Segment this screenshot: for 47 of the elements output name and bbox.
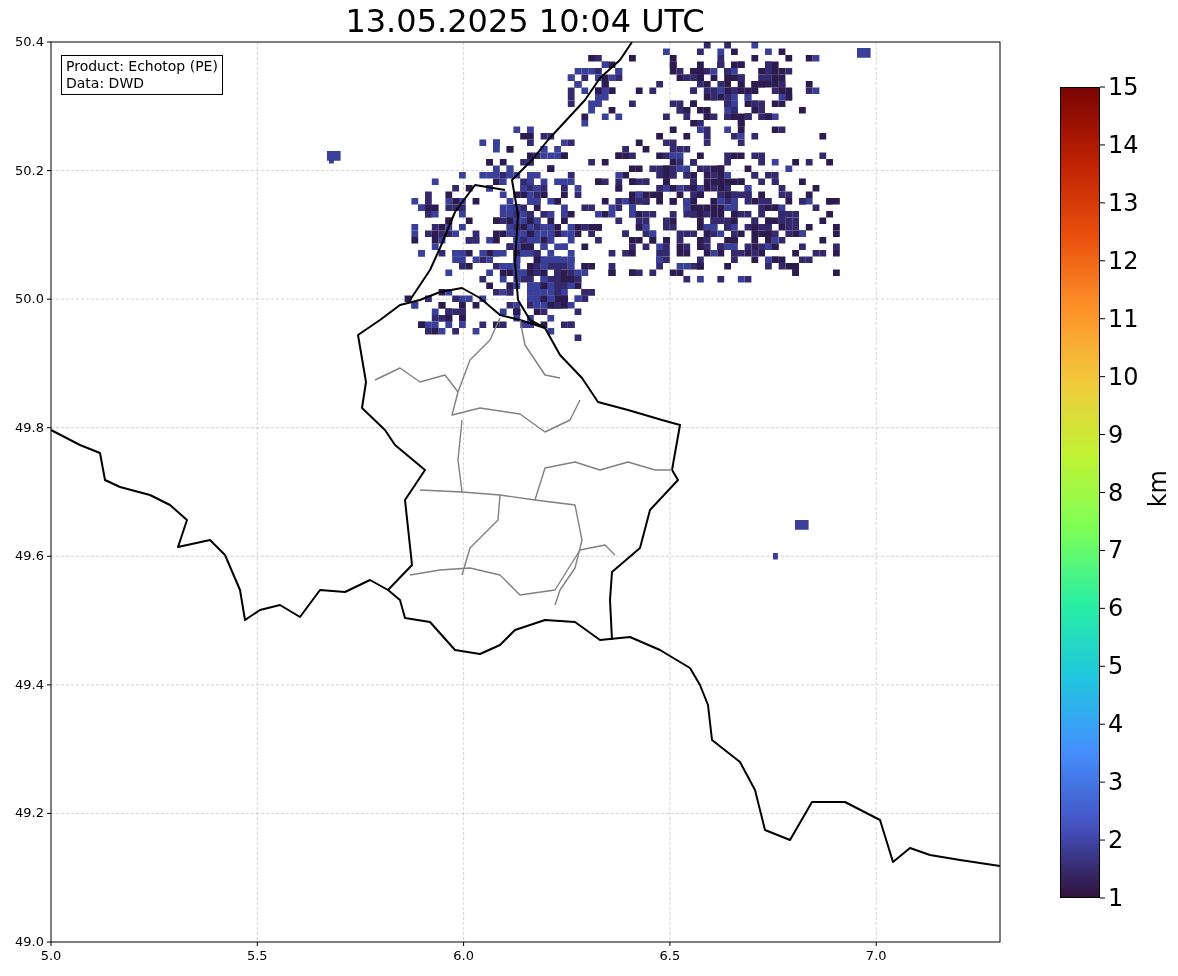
colorbar-tick [1099, 318, 1106, 320]
colorbar-tick [1099, 86, 1106, 88]
axis-tick-label: 6.0 [452, 948, 475, 964]
colorbar-tick [1099, 723, 1106, 725]
colorbar-tick-label: 13 [1108, 188, 1139, 217]
axis-tick-label: 5.0 [39, 948, 63, 964]
colorbar-tick [1099, 781, 1106, 783]
legend-text: Data: DWD [66, 75, 145, 92]
colorbar-tick-label: 12 [1108, 246, 1139, 275]
colorbar-tick-label: 7 [1108, 536, 1124, 565]
colorbar-tick-label: 4 [1108, 710, 1124, 739]
colorbar-tick [1099, 376, 1106, 378]
axis-tick-label: 50.2 [14, 162, 44, 179]
colorbar-tick [1099, 202, 1106, 204]
colorbar-tick-label: 11 [1108, 304, 1139, 333]
axis-tick-label: 7.0 [864, 948, 888, 964]
axis-tick-label: 5.5 [245, 948, 269, 964]
colorbar-tick-label: 14 [1108, 130, 1139, 159]
colorbar-tick-label: 9 [1108, 420, 1124, 449]
colorbar-tick-label: 5 [1108, 652, 1124, 681]
chart-title: 13.05.2025 10:04 UTC [345, 2, 705, 40]
colorbar-tick-label: 1 [1108, 884, 1124, 912]
colorbar-tick [1099, 839, 1106, 841]
legend-text: Product: Echotop (PE) [66, 58, 218, 75]
colorbar-tick-label: 15 [1108, 73, 1139, 101]
axis-tick-label: 49.4 [14, 676, 44, 693]
colorbar-tick-label: 2 [1108, 826, 1124, 855]
axis-tick-label: 49.2 [14, 805, 44, 822]
colorbar-tick-label: 10 [1108, 362, 1139, 391]
colorbar-tick [1099, 897, 1106, 899]
colorbar-tick [1099, 549, 1106, 551]
axis-tick-label: 49.8 [14, 419, 44, 436]
colorbar-tick [1099, 492, 1106, 493]
axis-tick-label: 50.0 [14, 291, 44, 308]
colorbar-tick [1099, 607, 1106, 609]
axis-tick-label: 49.0 [14, 934, 44, 950]
colorbar-tick [1099, 665, 1106, 667]
colorbar-tick-label: 8 [1108, 478, 1124, 507]
axis-tick-label: 6.5 [658, 948, 682, 964]
colorbar-tick [1099, 260, 1106, 262]
axis-tick-label: 49.6 [14, 548, 44, 565]
colorbar-tick-label: 3 [1108, 768, 1124, 797]
colorbar-label: km [1144, 470, 1172, 508]
colorbar-tick [1099, 144, 1106, 146]
axis-tick-label: 50.4 [14, 34, 44, 50]
colorbar-tick [1099, 434, 1106, 436]
colorbar-tick-label: 6 [1108, 594, 1124, 623]
